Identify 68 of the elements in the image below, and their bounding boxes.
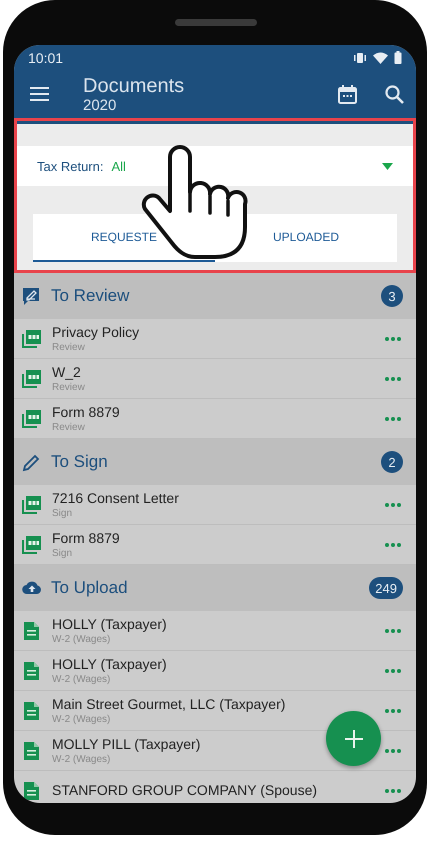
more-options-icon[interactable] [385,748,401,752]
document-name: STANFORD GROUP COMPANY (Spouse) [52,782,318,799]
battery-icon [394,51,402,64]
document-type: W-2 (Wages) [52,712,110,726]
document-type: W-2 (Wages) [52,672,110,686]
more-options-icon[interactable] [385,708,401,712]
document-name: W_2 [52,364,81,380]
document-icon [22,740,42,760]
plus-icon [344,730,362,748]
document-icon [22,700,42,720]
pdf-file-icon [22,408,42,428]
pdf-file-icon [22,328,42,348]
wifi-icon [373,52,388,64]
document-row[interactable]: STANFORD GROUP COMPANY (Spouse) [14,771,416,803]
document-row[interactable]: W_2 Review [14,359,416,399]
document-name: Form 8879 [52,404,120,420]
document-type: Review [52,340,85,354]
count-badge: 2 [381,451,403,473]
document-icon [22,780,42,800]
section-title: To Sign [51,452,109,472]
pencil-icon [22,452,41,472]
screen-subtitle: 2020 [83,96,118,114]
more-options-icon[interactable] [385,788,401,792]
add-button[interactable] [326,711,381,766]
status-time: 10:01 [28,50,64,66]
document-name: 7216 Consent Letter [52,490,179,506]
document-type: Review [52,380,85,394]
section-title: To Upload [51,578,129,598]
count-badge: 249 [369,577,403,599]
document-row[interactable]: HOLLY (Taxpayer) W-2 (Wages) [14,651,416,691]
document-type: Sign [52,506,72,520]
document-row[interactable]: 7216 Consent Letter Sign [14,485,416,525]
filter-value: All [111,158,127,174]
count-badge: 3 [381,285,403,307]
more-options-icon[interactable] [385,668,401,672]
document-type: W-2 (Wages) [52,752,110,766]
section-title: To Review [51,286,130,306]
document-name: MOLLY PILL (Taxpayer) [52,736,200,752]
document-type: Review [52,420,85,434]
more-options-icon[interactable] [385,416,401,420]
more-options-icon[interactable] [385,502,401,506]
document-type: Sign [52,546,72,560]
document-row[interactable]: Privacy Policy Review [14,319,416,359]
pdf-file-icon [22,534,42,554]
document-type: W-2 (Wages) [52,632,110,646]
filter-label: Tax Return: [37,158,104,174]
review-bubble-icon [22,286,41,306]
vibrate-icon [353,52,367,64]
more-options-icon[interactable] [385,336,401,340]
pdf-file-icon [22,368,42,388]
calendar-icon[interactable] [338,84,357,104]
more-options-icon[interactable] [385,376,401,380]
dropdown-caret-icon [382,162,393,170]
document-name: Main Street Gourmet, LLC (Taxpayer) [52,696,286,712]
document-name: Form 8879 [52,530,120,546]
document-name: Privacy Policy [52,324,140,340]
more-options-icon[interactable] [385,628,401,632]
search-icon[interactable] [385,84,404,104]
document-icon [22,620,42,640]
pdf-file-icon [22,494,42,514]
screen-title: Documents [83,74,186,96]
menu-icon[interactable] [30,87,49,101]
document-name: HOLLY (Taxpayer) [52,656,167,672]
document-row[interactable]: HOLLY (Taxpayer) W-2 (Wages) [14,611,416,651]
document-icon [22,660,42,680]
document-name: HOLLY (Taxpayer) [52,616,167,632]
tax-return-dropdown[interactable]: Tax Return: All [17,146,413,186]
more-options-icon[interactable] [385,542,401,546]
